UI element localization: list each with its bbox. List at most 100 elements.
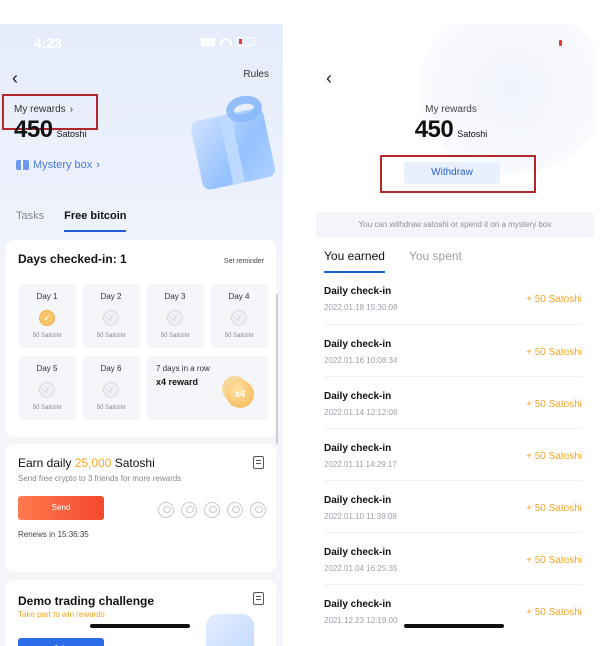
- list-item[interactable]: Daily check-in 2022.01.11 14:29:17 + 50 …: [324, 428, 582, 480]
- earn-title-prefix: Earn daily: [18, 456, 75, 470]
- friend-avatar-icon: [227, 502, 243, 518]
- day-label: Day 4: [228, 292, 250, 301]
- check-icon: ✓: [231, 310, 247, 326]
- withdraw-button[interactable]: Withdraw: [404, 162, 500, 184]
- status-icons: [201, 37, 255, 46]
- note-icon[interactable]: [253, 592, 264, 605]
- tab-you-earned[interactable]: You earned: [324, 249, 385, 273]
- day-reward: 50 Satoshi: [32, 333, 62, 339]
- rewards-amount: 450 Satoshi: [306, 116, 596, 144]
- day-reward: 50 Satoshi: [32, 405, 62, 411]
- check-icon: ✓: [103, 310, 119, 326]
- earn-title: Earn daily 25,000 Satoshi: [18, 456, 155, 470]
- list-item[interactable]: Daily check-in 2022.01.04 16:25:35 + 50 …: [324, 532, 582, 584]
- send-button[interactable]: Send: [18, 496, 104, 520]
- item-amount: + 50 Satoshi: [526, 399, 582, 410]
- day-label: Day 5: [36, 364, 58, 373]
- renews-timer: Renews in 15:36:35: [18, 530, 89, 539]
- item-date: 2022.01.16 10:08:34: [324, 356, 398, 365]
- back-icon[interactable]: ‹: [12, 68, 18, 89]
- check-icon: ✓: [39, 310, 55, 326]
- chevron-right-icon: ›: [96, 159, 100, 171]
- friend-avatar-icon: [250, 502, 266, 518]
- list-item[interactable]: Daily check-in 2021.12.23 12:19:00 + 50 …: [324, 584, 582, 636]
- demo-title: Demo trading challenge: [18, 594, 155, 608]
- info-banner: You can withdraw satoshi or spend it on …: [316, 212, 594, 238]
- item-title: Daily check-in: [324, 339, 392, 350]
- my-rewards-screen: ‹ My rewards 450 Satoshi Withdraw You ca…: [306, 24, 596, 646]
- rewards-screen: 4:23 ‹ Rules My rewards › 450 Satoshi My…: [0, 24, 283, 646]
- set-reminder-link[interactable]: Set reminder: [224, 258, 264, 265]
- day-reward: 50 Satoshi: [96, 333, 126, 339]
- note-icon[interactable]: [253, 456, 264, 469]
- item-date: 2021.12.23 12:19:00: [324, 616, 398, 625]
- amount-unit: Satoshi: [56, 129, 87, 139]
- coin-icon: x4: [226, 380, 254, 408]
- tabs: Tasks Free bitcoin: [16, 210, 127, 232]
- item-amount: + 50 Satoshi: [526, 347, 582, 358]
- day7-bonus-card: 7 days in a row x4 reward x4: [146, 356, 268, 420]
- home-indicator[interactable]: [90, 624, 190, 628]
- bonus-line2: x4 reward: [156, 377, 199, 387]
- day-reward: 50 Satoshi: [224, 333, 254, 339]
- tab-free-bitcoin[interactable]: Free bitcoin: [64, 210, 127, 232]
- amount-unit: Satoshi: [457, 129, 488, 139]
- day-card: Day 4 ✓ 50 Satoshi: [210, 284, 268, 348]
- my-rewards-label: My rewards: [425, 104, 477, 115]
- earn-subtitle: Send free crypto to 3 friends for more r…: [18, 474, 182, 483]
- check-icon: ✓: [39, 382, 55, 398]
- day-label: Day 1: [36, 292, 58, 301]
- list-item[interactable]: Daily check-in 2022.01.10 11:39:08 + 50 …: [324, 480, 582, 532]
- signal-icon: [201, 37, 215, 46]
- day-card: Day 1 ✓ 50 Satoshi: [18, 284, 76, 348]
- mystery-box-link[interactable]: Mystery box ›: [16, 159, 100, 171]
- day-reward: 50 Satoshi: [96, 405, 126, 411]
- home-indicator[interactable]: [404, 624, 504, 628]
- item-amount: + 50 Satoshi: [526, 503, 582, 514]
- demo-card: Demo trading challenge Take part to win …: [6, 580, 276, 646]
- day-label: Day 3: [164, 292, 186, 301]
- tab-you-spent[interactable]: You spent: [409, 249, 462, 273]
- mystery-box-label: Mystery box: [33, 159, 93, 171]
- day-reward: 50 Satoshi: [160, 333, 190, 339]
- bonus-line1: 7 days in a row: [156, 364, 210, 373]
- check-icon: ✓: [103, 382, 119, 398]
- friend-avatar-icon: [204, 502, 220, 518]
- item-title: Daily check-in: [324, 599, 392, 610]
- back-icon[interactable]: ‹: [326, 68, 332, 89]
- list-item[interactable]: Daily check-in 2022.01.18 15:30:08 + 50 …: [324, 272, 582, 324]
- checkin-card: Days checked-in: 1 Set reminder Day 1 ✓ …: [6, 240, 276, 437]
- status-time: 4:23: [34, 35, 63, 51]
- item-title: Daily check-in: [324, 443, 392, 454]
- day-card: Day 3 ✓ 50 Satoshi: [146, 284, 204, 348]
- join-button[interactable]: Join: [18, 638, 104, 646]
- day-label: Day 2: [100, 292, 122, 301]
- item-title: Daily check-in: [324, 391, 392, 402]
- rules-link[interactable]: Rules: [243, 69, 269, 80]
- earn-title-amount: 25,000: [74, 456, 112, 470]
- item-title: Daily check-in: [324, 286, 392, 297]
- item-amount: + 50 Satoshi: [526, 555, 582, 566]
- friend-slots: [158, 502, 266, 518]
- amount-value: 450: [414, 116, 454, 143]
- demo-subtitle: Take part to win rewards: [18, 610, 105, 619]
- scrollbar[interactable]: [276, 294, 278, 444]
- item-title: Daily check-in: [324, 547, 392, 558]
- mystery-box-icon: [16, 160, 29, 170]
- wifi-icon: [220, 37, 232, 46]
- item-amount: + 50 Satoshi: [526, 451, 582, 462]
- item-title: Daily check-in: [324, 495, 392, 506]
- history-tabs: You earned You spent: [324, 249, 462, 273]
- check-icon: ✓: [167, 310, 183, 326]
- tab-tasks[interactable]: Tasks: [16, 210, 44, 232]
- day-card: Day 5 ✓ 50 Satoshi: [18, 356, 76, 420]
- item-date: 2022.01.11 14:29:17: [324, 460, 397, 469]
- trophy-icon: [206, 614, 254, 646]
- earn-title-suffix: Satoshi: [111, 456, 155, 470]
- list-item[interactable]: Daily check-in 2022.01.14 12:12:08 + 50 …: [324, 376, 582, 428]
- battery-icon: [559, 40, 562, 46]
- item-date: 2022.01.14 12:12:08: [324, 408, 398, 417]
- list-item[interactable]: Daily check-in 2022.01.16 10:08:34 + 50 …: [324, 324, 582, 376]
- amount-value: 450: [14, 116, 53, 143]
- history-list: Daily check-in 2022.01.18 15:30:08 + 50 …: [324, 272, 582, 636]
